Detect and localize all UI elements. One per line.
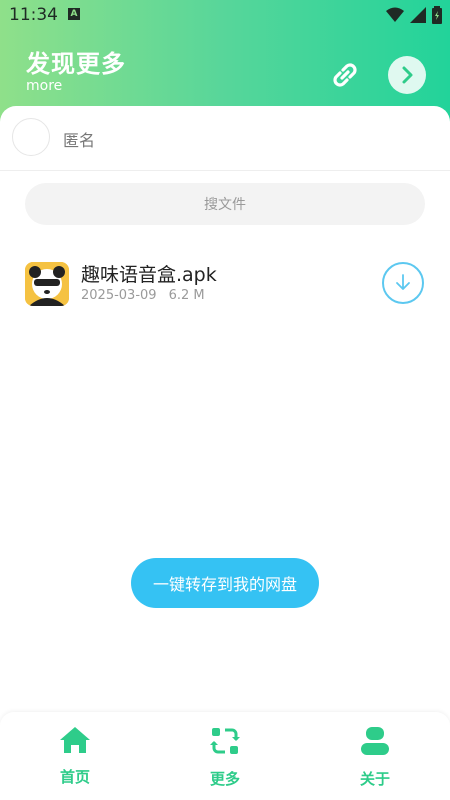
save-to-drive-label: 一键转存到我的网盘 bbox=[152, 575, 297, 594]
nav-item-about[interactable]: 关于 bbox=[330, 726, 420, 789]
search-input[interactable]: 搜文件 bbox=[25, 183, 425, 225]
signal-icon bbox=[410, 7, 426, 23]
file-meta: 2025-03-09 6.2 M bbox=[81, 288, 205, 303]
content-sheet: 匿名 搜文件 趣味语音盒.apk 2025-03-09 6.2 M 一键转存到我… bbox=[0, 106, 450, 712]
app-thumbnail bbox=[25, 262, 69, 306]
nav-label-home: 首页 bbox=[59, 768, 90, 786]
bottom-nav: 首页 更多 关于 bbox=[0, 712, 450, 800]
refresh-icon bbox=[210, 728, 240, 754]
save-to-drive-button[interactable]: 一键转存到我的网盘 bbox=[131, 558, 319, 608]
battery-icon bbox=[432, 6, 442, 24]
file-date: 2025-03-09 bbox=[81, 288, 157, 303]
status-time: 11:34 bbox=[9, 5, 58, 25]
nav-item-home[interactable]: 首页 bbox=[30, 726, 120, 787]
panda-icon bbox=[25, 262, 69, 306]
wifi-icon bbox=[386, 7, 404, 22]
page-title: 发现更多 bbox=[26, 50, 126, 78]
list-item[interactable]: 趣味语音盒.apk 2025-03-09 6.2 M bbox=[0, 254, 450, 314]
nav-label-more: 更多 bbox=[209, 770, 240, 788]
home-icon bbox=[60, 727, 90, 753]
chevron-right-icon bbox=[402, 66, 413, 84]
avatar[interactable] bbox=[12, 118, 50, 156]
download-button[interactable] bbox=[382, 262, 424, 304]
next-button[interactable] bbox=[388, 56, 426, 94]
search-placeholder: 搜文件 bbox=[204, 197, 246, 213]
username: 匿名 bbox=[63, 131, 96, 150]
user-row: 匿名 bbox=[0, 106, 450, 171]
file-size: 6.2 M bbox=[168, 288, 205, 303]
link-button[interactable] bbox=[327, 57, 363, 93]
nav-label-about: 关于 bbox=[359, 770, 390, 788]
page-subtitle: more bbox=[26, 78, 63, 94]
download-icon bbox=[396, 274, 410, 290]
status-icons bbox=[386, 6, 442, 24]
person-icon bbox=[361, 727, 389, 755]
link-icon bbox=[333, 63, 357, 87]
app-badge-icon: A bbox=[68, 8, 80, 20]
nav-item-more[interactable]: 更多 bbox=[180, 726, 270, 789]
status-bar: 11:34 A bbox=[0, 0, 450, 30]
file-name: 趣味语音盒.apk bbox=[81, 264, 217, 286]
